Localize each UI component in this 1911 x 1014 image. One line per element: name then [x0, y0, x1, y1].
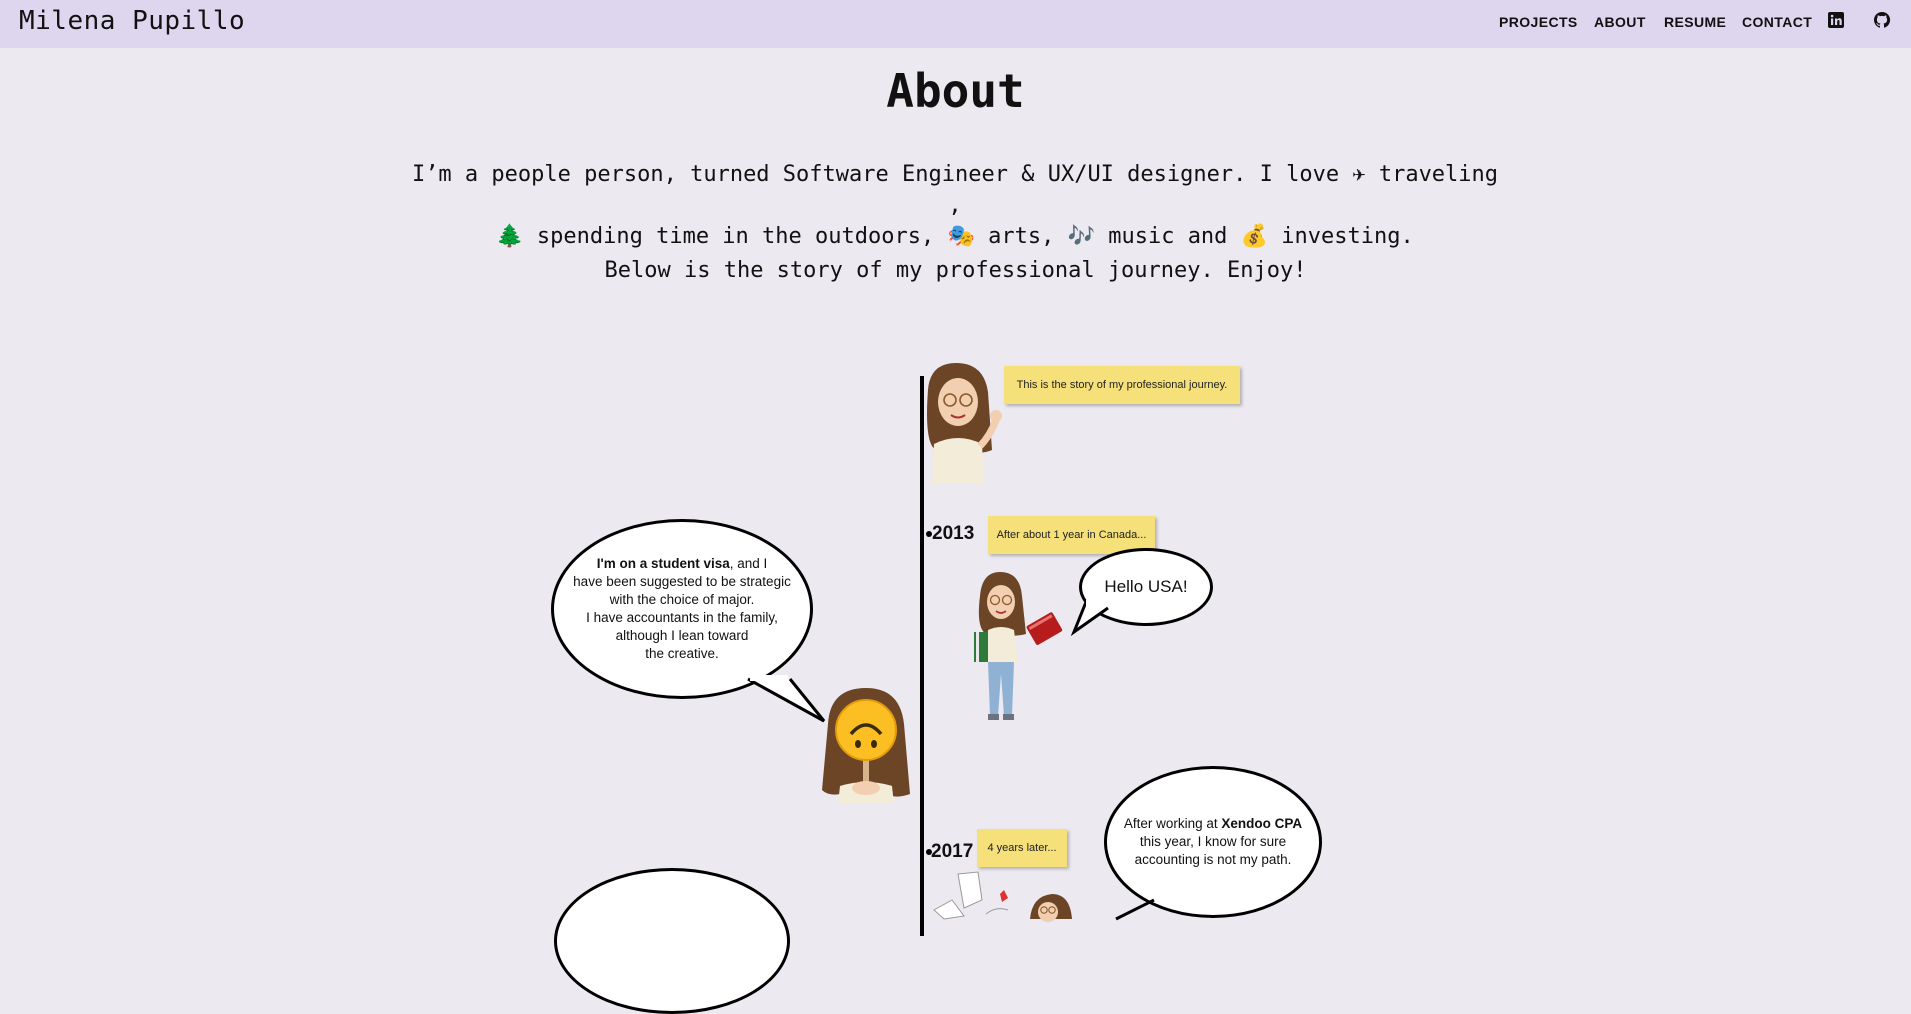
intro-line-1: I’m a people person, turned Software Eng… — [411, 162, 1499, 218]
student-visa-bold: I'm on a student visa — [596, 556, 730, 571]
bubble-tail — [1070, 600, 1112, 637]
speech-bubble-partial — [554, 868, 790, 1014]
student-visa-text-2: have been suggested to be strategic — [573, 574, 791, 589]
student-visa-text-1: , and I — [729, 556, 768, 571]
upside-down-face-avatar — [822, 688, 910, 804]
intro-line-2: 🌲 spending time in the outdoors, 🎭 arts,… — [496, 224, 1414, 249]
journey-note: This is the story of my professional jou… — [1004, 366, 1240, 404]
nav-resume[interactable]: RESUME — [1664, 14, 1726, 30]
speech-bubble-xendoo: After working at Xendoo CPA this year, I… — [1104, 766, 1322, 918]
student-visa-text-3: with the choice of major. — [609, 592, 755, 607]
bubble-tail — [1115, 898, 1155, 921]
intro-text: I’m a people person, turned Software Eng… — [405, 159, 1505, 252]
hello-usa-text: Hello USA! — [1104, 577, 1188, 596]
student-visa-text-4: I have accountants in the family, — [586, 610, 778, 625]
xendoo-text-1: After working at — [1123, 816, 1222, 831]
github-icon[interactable] — [1873, 11, 1891, 29]
nav-about[interactable]: ABOUT — [1594, 14, 1646, 30]
student-visa-text-5: although I lean toward — [615, 628, 749, 643]
xendoo-bold: Xendoo CPA — [1221, 816, 1303, 831]
brand-name[interactable]: Milena Pupillo — [19, 6, 245, 36]
speech-bubble-student-visa: I'm on a student visa, and I have been s… — [551, 519, 813, 699]
waving-avatar — [927, 362, 1002, 484]
year-2017: 2017 — [931, 841, 974, 862]
student-visa-text-6: the creative. — [645, 646, 719, 661]
journey-intro: Below is the story of my professional jo… — [604, 258, 1307, 283]
year-2013: 2013 — [932, 523, 975, 544]
nav-projects[interactable]: PROJECTS — [1499, 14, 1578, 30]
xendoo-text: After working at Xendoo CPA this year, I… — [1124, 815, 1302, 869]
student-avatar — [974, 572, 1063, 720]
flying-papers-illustration — [933, 871, 1072, 922]
student-visa-text: I'm on a student visa, and I have been s… — [573, 555, 791, 663]
bubble-tail — [747, 675, 826, 723]
xendoo-text-2: this year, I know for sure — [1139, 834, 1287, 849]
linkedin-icon[interactable] — [1827, 11, 1845, 29]
nav-contact[interactable]: CONTACT — [1742, 14, 1812, 30]
xendoo-text-3: accounting is not my path. — [1134, 852, 1292, 867]
top-navbar: Milena Pupillo PROJECTS ABOUT RESUME CON… — [0, 0, 1911, 48]
note-2017: 4 years later... — [977, 829, 1067, 867]
page-title: About — [886, 64, 1025, 118]
